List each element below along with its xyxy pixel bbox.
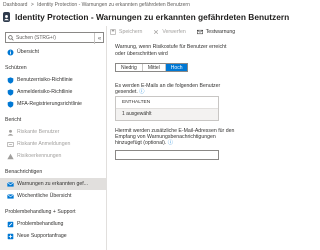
risk-level-medium[interactable]: Mittel bbox=[143, 64, 166, 71]
breadcrumb: Dashboard > Identity Protection - Warnun… bbox=[0, 0, 279, 10]
section-header-benachrichtigen: Benachrichtigen bbox=[5, 169, 43, 175]
collapse-sidebar-button[interactable]: « bbox=[94, 33, 104, 44]
sidebar-item-label: Riskante Benutzer bbox=[17, 129, 60, 135]
discard-label: Verwerfen bbox=[162, 29, 186, 35]
shield-icon bbox=[7, 100, 14, 108]
recipients-label-text: gesendet. bbox=[115, 89, 138, 95]
page-title: Identity Protection - Warnungen zu erkan… bbox=[15, 12, 290, 22]
risk-level-low[interactable]: Niedrig bbox=[116, 64, 143, 71]
breadcrumb-dashboard[interactable]: Dashboard bbox=[3, 2, 27, 8]
section-header-bericht: Bericht bbox=[5, 117, 22, 123]
sidebar-item-user-risk-policy[interactable]: Benutzerrisiko-Richtlinie bbox=[0, 74, 106, 86]
search-input[interactable]: Suchen (STRG+/) « bbox=[5, 32, 104, 44]
mail-icon bbox=[7, 181, 14, 187]
additional-emails-label-line3: hinzugefügt (optional). ⓘ bbox=[115, 140, 173, 147]
info-icon[interactable]: ⓘ bbox=[168, 140, 173, 146]
sidebar-item-new-support-request[interactable]: Neue Supportanfrage bbox=[0, 230, 106, 242]
save-icon bbox=[110, 29, 116, 35]
sidebar-item-label: Übersicht bbox=[17, 49, 39, 55]
title-bar: Identity Protection - Warnungen zu erkan… bbox=[0, 10, 289, 24]
signin-icon bbox=[7, 141, 14, 147]
sidebar-item-risky-signins[interactable]: Riskante Anmeldungen bbox=[0, 138, 106, 150]
risk-level-high[interactable]: Hoch bbox=[165, 64, 188, 71]
user-icon bbox=[7, 129, 14, 136]
test-alert-label: Testwarnung bbox=[205, 29, 236, 35]
table-row[interactable]: 1 ausgewählt bbox=[116, 109, 218, 120]
info-icon[interactable]: ⓘ bbox=[139, 89, 144, 95]
save-label: Speichern bbox=[119, 29, 143, 35]
sidebar-item-label: Anmelderisiko-Richtlinie bbox=[17, 89, 73, 95]
save-button[interactable]: Speichern bbox=[110, 29, 142, 35]
wrench-icon bbox=[7, 221, 14, 227]
sidebar-item-risky-users[interactable]: Riskante Benutzer bbox=[0, 126, 106, 138]
sidebar-item-weekly-digest[interactable]: Wöchentliche Übersicht bbox=[0, 190, 106, 202]
additional-emails-input[interactable] bbox=[115, 150, 219, 160]
breadcrumb-current: Identity Protection - Warnungen zu erkan… bbox=[37, 2, 190, 8]
additional-emails-label-text: hinzugefügt (optional). bbox=[115, 140, 167, 146]
shield-icon bbox=[7, 76, 14, 84]
sidebar: Suchen (STRG+/) « Übersicht Schützen Ben… bbox=[0, 26, 107, 250]
sidebar-item-risk-detections[interactable]: Risikoerkennungen bbox=[0, 150, 106, 162]
recipients-table: ENTHALTEN 1 ausgewählt bbox=[115, 96, 219, 121]
sidebar-item-signin-risk-policy[interactable]: Anmelderisiko-Richtlinie bbox=[0, 86, 106, 98]
shield-icon bbox=[7, 88, 14, 96]
sidebar-item-label: Wöchentliche Übersicht bbox=[17, 193, 72, 199]
search-placeholder: Suchen (STRG+/) bbox=[16, 34, 56, 41]
sidebar-item-risky-user-alerts[interactable]: Warnungen zu erkannten gef... bbox=[0, 178, 106, 190]
table-header-included: ENTHALTEN bbox=[116, 97, 218, 109]
discard-button[interactable]: Verwerfen bbox=[153, 29, 186, 35]
sidebar-item-label: Problembehandlung bbox=[17, 221, 64, 227]
support-icon bbox=[7, 233, 14, 239]
risk-level-label-line2: oder überschritten wird bbox=[115, 51, 168, 57]
command-bar: Speichern Verwerfen Testwarnung bbox=[110, 26, 246, 38]
test-alert-button[interactable]: Testwarnung bbox=[196, 29, 236, 35]
mail-send-icon bbox=[196, 29, 203, 35]
risk-level-label-line1: Warnung, wenn Risikostufe für Benutzer e… bbox=[115, 44, 227, 50]
recipients-label-line2: gesendet. ⓘ bbox=[115, 89, 144, 96]
sidebar-item-mfa-registration-policy[interactable]: MFA-Registrierungsrichtlinie bbox=[0, 98, 106, 110]
sidebar-item-label: Warnungen zu erkannten gef... bbox=[17, 181, 89, 187]
breadcrumb-separator: > bbox=[30, 2, 34, 8]
sidebar-item-label: MFA-Registrierungsrichtlinie bbox=[17, 101, 82, 107]
warning-icon bbox=[7, 153, 14, 159]
identity-protection-icon bbox=[3, 12, 10, 22]
section-header-support: Problembehandlung + Support bbox=[5, 209, 76, 215]
sidebar-item-troubleshooting[interactable]: Problembehandlung bbox=[0, 218, 106, 230]
sidebar-item-label: Risikoerkennungen bbox=[17, 153, 62, 159]
close-icon bbox=[154, 29, 159, 35]
sidebar-item-overview[interactable]: Übersicht bbox=[0, 46, 106, 58]
section-header-schuetzen: Schützen bbox=[5, 65, 27, 71]
search-icon bbox=[8, 34, 14, 41]
mail-icon bbox=[7, 193, 14, 199]
sidebar-item-label: Riskante Anmeldungen bbox=[17, 141, 71, 147]
sidebar-item-label: Benutzerrisiko-Richtlinie bbox=[17, 77, 73, 83]
sidebar-item-label: Neue Supportanfrage bbox=[17, 233, 67, 239]
risk-level-selector: Niedrig Mittel Hoch bbox=[115, 63, 189, 72]
info-icon bbox=[7, 48, 14, 56]
